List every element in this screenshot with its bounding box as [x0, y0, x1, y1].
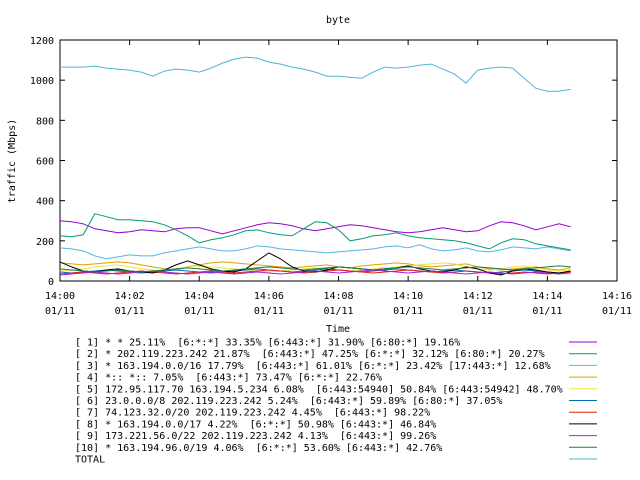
chart-title: byte — [326, 15, 350, 26]
legend-label: [ 2] * 202.119.223.242 21.87% [6:443:*] … — [75, 349, 545, 360]
x-tick-date-label: 01/11 — [115, 306, 145, 317]
legend-label: [ 1] * * 25.11% [6:*:*] 33.35% [6:443:*]… — [75, 338, 460, 349]
x-tick-date-label: 01/11 — [393, 306, 423, 317]
legend-label: [ 9] 173.221.56.0/22 202.119.223.242 4.1… — [75, 431, 436, 442]
y-tick-label: 1000 — [30, 76, 54, 87]
y-axis-ticks: 0 200 400 600 800 1000 1200 — [30, 36, 617, 288]
x-axis-ticks: 14:00 01/11 14:02 01/11 14:04 01/11 14:06 01/11… — [45, 40, 632, 317]
series-line-11 — [60, 56, 571, 92]
x-tick-date-label: 01/11 — [532, 306, 562, 317]
chart-canvas: byte traffic (Mbps) Time 0 200 400 600 800 10… — [7, 15, 632, 466]
y-tick-label: 0 — [48, 277, 54, 288]
series-line-2 — [59, 213, 571, 251]
legend-label: [ 7] 74.123.32.0/20 202.119.223.242 4.45… — [75, 408, 430, 419]
x-axis-label: Time — [326, 324, 350, 335]
series-lines — [59, 56, 571, 276]
x-tick-time-label: 14:04 — [184, 291, 214, 302]
y-tick-label: 600 — [36, 157, 54, 168]
legend-label: TOTAL — [75, 455, 105, 466]
x-tick-time-label: 14:10 — [393, 291, 423, 302]
x-tick-date-label: 01/11 — [184, 306, 214, 317]
x-tick-time-label: 14:12 — [463, 291, 493, 302]
x-tick-time-label: 14:06 — [254, 291, 284, 302]
series-line-1 — [59, 220, 571, 235]
legend: [ 1] * * 25.11% [6:*:*] 33.35% [6:443:*]… — [75, 338, 597, 466]
x-tick-date-label: 01/11 — [45, 306, 75, 317]
x-tick-date-label: 01/11 — [463, 306, 493, 317]
legend-label: [ 5] 172.95.117.70 163.194.5.234 6.08% [… — [75, 384, 563, 395]
y-axis-label: traffic (Mbps) — [7, 119, 18, 203]
legend-label: [10] * 163.194.96.0/19 4.06% [6:*:*] 53.… — [75, 443, 442, 454]
x-tick-time-label: 14:16 — [602, 291, 632, 302]
chart: byte traffic (Mbps) Time 0 200 400 600 800 10… — [0, 0, 640, 480]
legend-label: [ 4] *:: *:: 7.05% [6:443:*] 73.47% [6:*… — [75, 373, 382, 384]
legend-label: [ 6] 23.0.0.0/8 202.119.223.242 5.24% [6… — [75, 396, 502, 407]
legend-label: [ 8] * 163.194.0.0/17 4.22% [6:*:*] 50.9… — [75, 419, 436, 430]
x-tick-time-label: 14:02 — [115, 291, 145, 302]
x-tick-date-label: 01/11 — [254, 306, 284, 317]
x-tick-time-label: 14:14 — [532, 291, 562, 302]
x-tick-time-label: 14:00 — [45, 291, 75, 302]
x-tick-time-label: 14:08 — [323, 291, 353, 302]
y-tick-label: 800 — [36, 116, 54, 127]
y-tick-label: 200 — [36, 237, 54, 248]
y-tick-label: 1200 — [30, 36, 54, 47]
legend-label: [ 3] * 163.194.0.0/16 17.79% [6:443:*] 6… — [75, 361, 551, 372]
x-tick-date-label: 01/11 — [323, 306, 353, 317]
y-tick-label: 400 — [36, 197, 54, 208]
x-tick-date-label: 01/11 — [602, 306, 632, 317]
